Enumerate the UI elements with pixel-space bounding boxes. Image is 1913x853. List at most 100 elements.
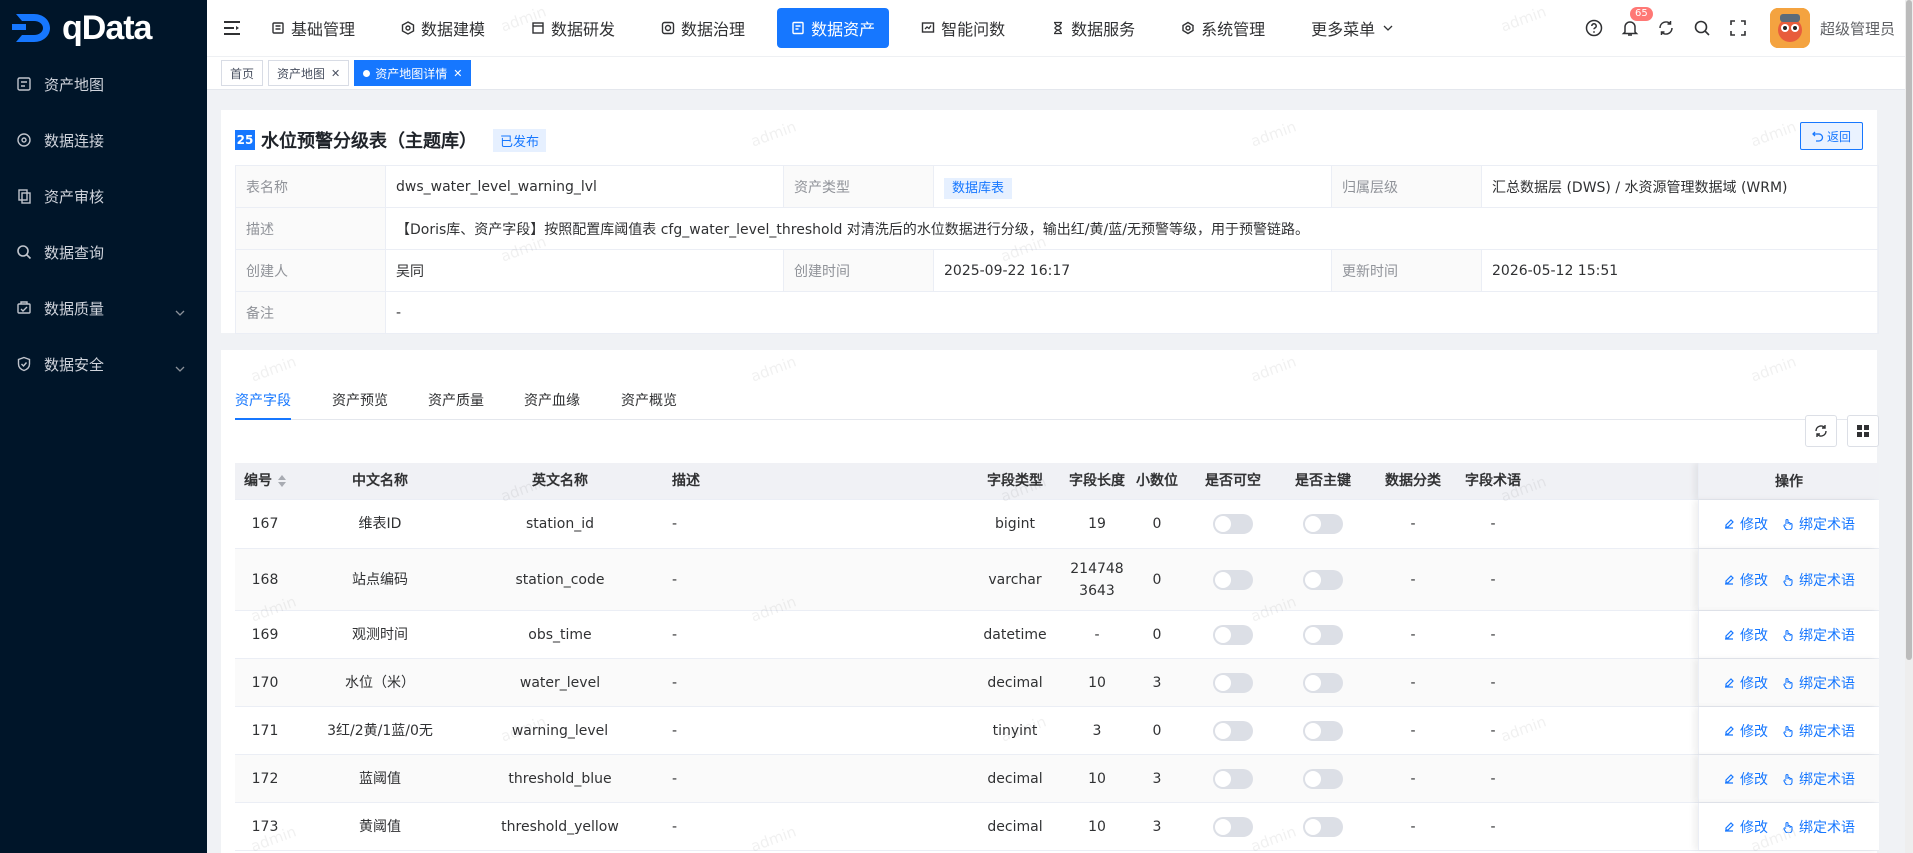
tag-view-label: 资产地图 (277, 66, 326, 81)
cell-cn: 黄阈值 (359, 818, 401, 835)
nav-item-6[interactable]: 数据服务 (1037, 8, 1149, 48)
nullable-switch[interactable] (1213, 720, 1253, 741)
row-operations: 修改 绑定术语 (1698, 611, 1879, 658)
bind-term-label: 绑定术语 (1799, 572, 1855, 589)
cell-desc: - (672, 722, 678, 739)
column-header[interactable]: 编号 (235, 463, 295, 499)
table-row: 171 3红/2黄/1蓝/0无 warning_level - tinyint 3 0- - … (235, 707, 1879, 755)
cell-cn: 站点编码 (352, 571, 408, 588)
nav-item-0[interactable]: 基础管理 (257, 8, 369, 48)
sidebar-item-asset-map[interactable]: 资产地图 (0, 56, 207, 112)
cell-term: - (1490, 818, 1496, 835)
column-settings-button[interactable] (1847, 415, 1879, 447)
nav-item-3[interactable]: 数据治理 (647, 8, 759, 48)
creator-value: 吴同 (385, 249, 784, 292)
primary-key-switch[interactable] (1303, 816, 1343, 837)
refresh-icon[interactable] (1648, 19, 1684, 37)
edit-button[interactable]: 修改 (1723, 673, 1768, 693)
bell-icon[interactable]: 65 (1612, 7, 1653, 37)
hand-icon (1783, 574, 1793, 586)
help-icon[interactable] (1576, 19, 1612, 37)
hand-icon (1783, 677, 1793, 689)
tag-view-item[interactable]: 首页 (221, 60, 264, 86)
cell-id: 168 (251, 571, 279, 588)
edit-button[interactable]: 修改 (1723, 570, 1768, 590)
cell-type: varchar (988, 571, 1042, 588)
tab-1[interactable]: 资产预览 (332, 390, 388, 410)
nullable-switch[interactable] (1213, 514, 1253, 534)
sidebar: qData 资产地图数据连接 资产审核 数据查询 数据质量 数据安全 (0, 0, 207, 853)
nav-item-5[interactable]: 智能问数 (907, 8, 1019, 48)
sidebar-item-label: 资产地图 (44, 75, 105, 94)
primary-key-switch[interactable] (1303, 569, 1343, 590)
close-icon[interactable]: ✕ (453, 67, 462, 80)
bind-term-button[interactable]: 绑定术语 (1782, 721, 1855, 741)
bind-term-button[interactable]: 绑定术语 (1782, 817, 1855, 837)
column-header: 是否可空 (1193, 463, 1273, 499)
primary-key-switch[interactable] (1303, 672, 1343, 693)
table-row: 170 水位（米） water_level - decimal 10 3 - - 修改 绑定术语 (235, 659, 1879, 707)
edit-button[interactable]: 修改 (1723, 769, 1768, 789)
nullable-switch[interactable] (1213, 672, 1253, 693)
active-tab-indicator (235, 418, 291, 420)
page-scrollbar[interactable] (1905, 0, 1913, 853)
edit-label: 修改 (1740, 572, 1768, 589)
cell-desc: - (672, 571, 678, 588)
cell-cn: 观测时间 (352, 626, 408, 643)
bind-term-button[interactable]: 绑定术语 (1782, 514, 1855, 534)
edit-button[interactable]: 修改 (1723, 625, 1768, 645)
tab-2[interactable]: 资产质量 (428, 390, 484, 410)
bind-term-button[interactable]: 绑定术语 (1782, 570, 1855, 590)
tab-3[interactable]: 资产血缘 (524, 390, 580, 410)
logo[interactable]: qData (0, 0, 207, 56)
sidebar-item-security[interactable]: 数据安全 (0, 336, 207, 392)
tag-view-item[interactable]: 资产地图 ✕ (268, 60, 350, 86)
primary-key-switch[interactable] (1303, 720, 1343, 741)
primary-key-switch[interactable] (1303, 514, 1343, 534)
asset-type-tag: 数据库表 (944, 178, 1013, 199)
primary-key-switch[interactable] (1303, 768, 1343, 789)
bind-term-button[interactable]: 绑定术语 (1782, 769, 1855, 789)
nullable-switch[interactable] (1213, 624, 1253, 645)
tag-view-item[interactable]: 资产地图详情 ✕ (354, 60, 472, 86)
sidebar-item-quality[interactable]: 数据质量 (0, 280, 207, 336)
nav-item-1[interactable]: 数据建模 (387, 8, 499, 48)
sidebar-item-audit[interactable]: 资产审核 (0, 168, 207, 224)
hamburger-icon[interactable] (207, 20, 257, 36)
sort-icon[interactable] (278, 475, 286, 487)
bind-term-label: 绑定术语 (1799, 771, 1855, 788)
cell-desc: - (672, 516, 678, 532)
sidebar-item-search[interactable]: 数据查询 (0, 224, 207, 280)
nav-item-7[interactable]: 系统管理 (1167, 8, 1279, 48)
row-operations: 修改 绑定术语 (1698, 549, 1879, 610)
nullable-switch[interactable] (1213, 816, 1253, 837)
tab-4[interactable]: 资产概览 (621, 390, 677, 410)
basic-mgmt-icon (272, 22, 284, 34)
close-icon[interactable]: ✕ (331, 67, 340, 80)
cell-id: 172 (251, 770, 279, 787)
column-header: 数据分类 (1373, 463, 1453, 499)
back-button[interactable]: 返回 (1800, 122, 1863, 150)
back-arrow-icon (1812, 131, 1824, 142)
bind-term-button[interactable]: 绑定术语 (1782, 673, 1855, 693)
bind-term-button[interactable]: 绑定术语 (1782, 625, 1855, 645)
scrollbar-thumb[interactable] (1906, 0, 1912, 660)
fullscreen-icon[interactable] (1720, 19, 1756, 37)
nav-item-4[interactable]: 数据资产 (777, 8, 890, 48)
nav-item-2[interactable]: 数据研发 (517, 8, 629, 48)
primary-key-switch[interactable] (1303, 624, 1343, 645)
edit-button[interactable]: 修改 (1723, 817, 1768, 837)
cell-en: threshold_yellow (501, 818, 619, 835)
tab-0[interactable]: 资产字段 (235, 390, 291, 410)
edit-button[interactable]: 修改 (1723, 721, 1768, 741)
nullable-switch[interactable] (1213, 768, 1253, 789)
tag-view-label: 资产地图详情 (375, 66, 448, 81)
avatar[interactable] (1769, 8, 1810, 48)
search-icon[interactable] (1684, 19, 1720, 37)
user-name[interactable]: 超级管理员 (1820, 18, 1895, 39)
edit-button[interactable]: 修改 (1723, 514, 1768, 534)
sidebar-item-connection[interactable]: 数据连接 (0, 112, 207, 168)
refresh-button[interactable] (1805, 415, 1837, 447)
nullable-switch[interactable] (1213, 569, 1253, 590)
nav-item-8[interactable]: 更多菜单 (1297, 8, 1413, 48)
